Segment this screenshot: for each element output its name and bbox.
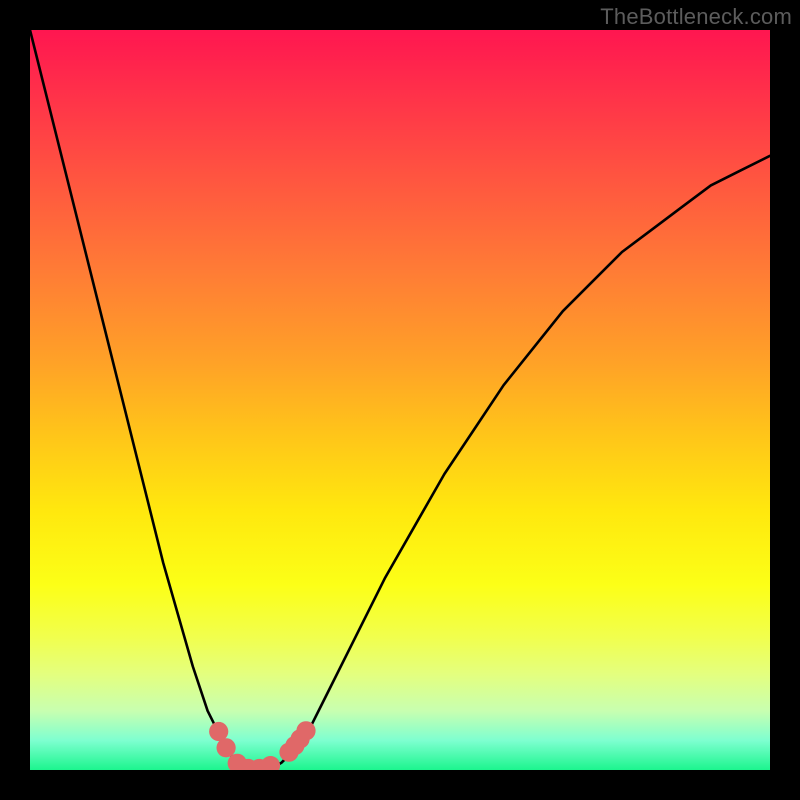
chart-frame: TheBottleneck.com xyxy=(0,0,800,800)
bottleneck-curve xyxy=(30,30,770,770)
highlight-dot xyxy=(296,721,315,740)
plot-area xyxy=(30,30,770,770)
highlight-dot xyxy=(217,738,236,757)
highlight-dots xyxy=(209,721,316,770)
curve-layer xyxy=(30,30,770,770)
highlight-dot xyxy=(261,756,280,770)
highlight-dot xyxy=(209,722,228,741)
watermark-text: TheBottleneck.com xyxy=(600,4,792,30)
